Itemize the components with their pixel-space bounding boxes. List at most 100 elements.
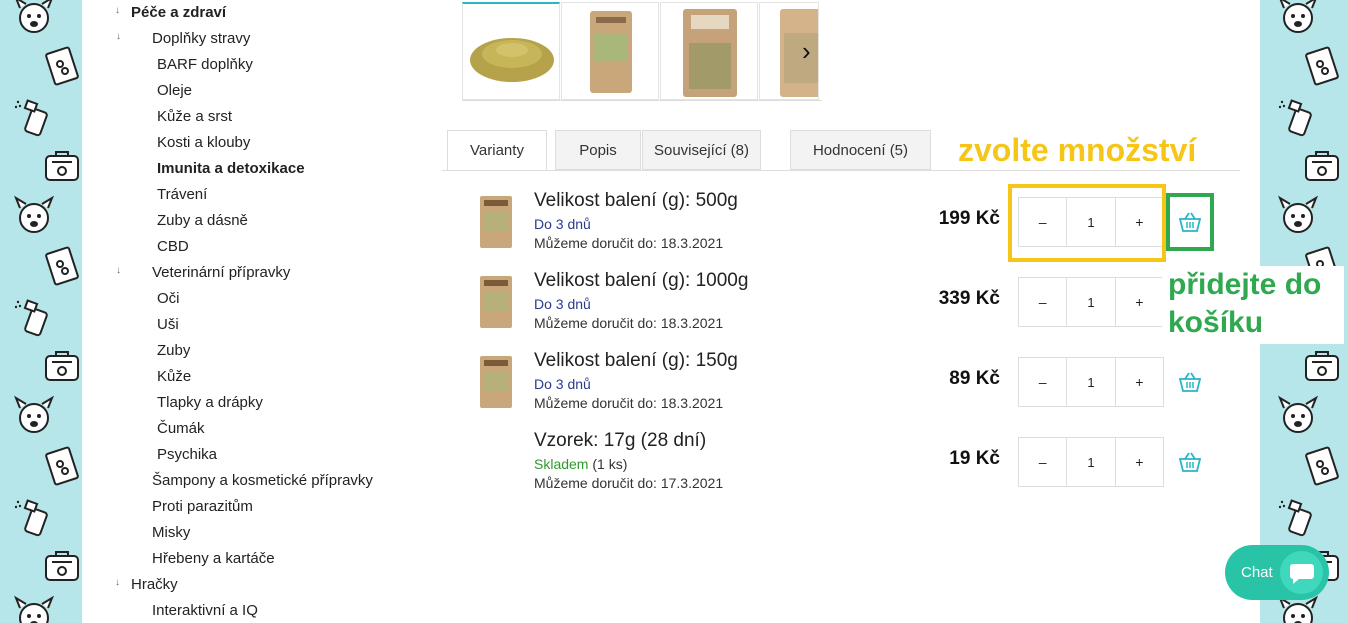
sidebar-category-item[interactable]: Šampony a kosmetické přípravky xyxy=(152,472,373,489)
gallery-thumb-3[interactable] xyxy=(660,2,758,100)
page-content: ↓ Péče a zdraví ↓ Doplňky stravy BARF doplňk… xyxy=(82,0,1260,623)
availability-status: Do 3 dnů xyxy=(534,216,591,232)
availability-status: Do 3 dnů xyxy=(534,376,591,392)
dog-face-icon xyxy=(12,194,56,238)
quantity-decrease-button[interactable]: – xyxy=(1019,278,1066,326)
variant-availability: Do 3 dnů xyxy=(534,376,591,392)
variant-availability: Skladem (1 ks) xyxy=(534,456,627,472)
quantity-stepper: –1 + xyxy=(1018,277,1164,327)
pet-carrier-icon xyxy=(1300,344,1344,388)
quantity-input[interactable]: 1 xyxy=(1066,358,1116,406)
sidebar-category-item[interactable]: Uši xyxy=(157,316,179,333)
tab-reviews[interactable]: Hodnocení (5) xyxy=(790,130,931,170)
sidebar-category-item[interactable]: Proti parazitům xyxy=(152,498,253,515)
tabs-divider xyxy=(442,170,1240,171)
dog-face-icon xyxy=(1276,194,1320,238)
quantity-increase-button[interactable]: + xyxy=(1116,358,1163,406)
annotation-quantity-highlight xyxy=(1008,184,1166,262)
quantity-stepper: –1 + xyxy=(1018,437,1164,487)
availability-quantity: (1 ks) xyxy=(592,456,628,472)
variant-price: 19 Kč xyxy=(949,448,1000,469)
sidebar-category-item[interactable]: Trávení xyxy=(157,186,207,203)
tab-description[interactable]: Popis xyxy=(555,130,641,170)
dog-face-icon xyxy=(1276,0,1320,38)
chat-label: Chat xyxy=(1241,564,1273,581)
gallery-thumb-2[interactable] xyxy=(561,2,659,100)
variant-title: Velikost balení (g): 500g xyxy=(534,190,738,211)
expand-arrow-icon[interactable]: ↓ xyxy=(115,5,120,16)
availability-status: Do 3 dnů xyxy=(534,296,591,312)
quantity-stepper: –1 + xyxy=(1018,357,1164,407)
sidebar-category-item[interactable]: Zuby a dásně xyxy=(157,212,248,229)
spray-bottle-icon xyxy=(12,94,56,138)
expand-arrow-icon[interactable]: ↓ xyxy=(116,265,121,276)
tab-variants[interactable]: Varianty xyxy=(447,130,547,171)
dog-face-icon xyxy=(12,594,56,623)
expand-arrow-icon[interactable]: ↓ xyxy=(116,31,121,42)
gallery-next-arrow-icon[interactable]: › xyxy=(802,36,811,67)
treat-bag-icon xyxy=(40,244,82,288)
dog-face-icon xyxy=(12,394,56,438)
powder-image xyxy=(470,38,554,82)
sidebar-category-item[interactable]: Misky xyxy=(152,524,190,541)
pet-carrier-icon xyxy=(1300,144,1344,188)
variant-availability: Do 3 dnů xyxy=(534,296,591,312)
annotation-add-to-cart-line2: košíku xyxy=(1168,306,1264,339)
annotation-add-to-cart: přidejte do košíku xyxy=(1162,266,1344,344)
package-image xyxy=(683,9,737,97)
annotation-add-to-cart-line1: přidejte do xyxy=(1168,268,1322,301)
variant-title: Velikost balení (g): 1000g xyxy=(534,270,749,291)
expand-arrow-icon[interactable]: ↓ xyxy=(115,577,120,588)
variant-thumbnail[interactable] xyxy=(476,274,516,330)
sidebar-category-item[interactable]: BARF doplňky xyxy=(157,56,253,73)
sidebar-category-item[interactable]: Doplňky stravy xyxy=(152,30,250,47)
sidebar-category-item[interactable]: Imunita a detoxikace xyxy=(157,160,305,177)
sidebar-category-item[interactable]: Hřebeny a kartáče xyxy=(152,550,275,567)
variant-thumbnail[interactable] xyxy=(476,194,516,250)
gallery-thumb-1[interactable] xyxy=(462,2,560,100)
tab-related[interactable]: Související (8) xyxy=(642,130,761,170)
pet-carrier-icon xyxy=(40,544,82,588)
quantity-decrease-button[interactable]: – xyxy=(1019,358,1066,406)
sidebar-category-item[interactable]: Oleje xyxy=(157,82,192,99)
variant-thumbnail[interactable] xyxy=(476,354,516,410)
variant-price: 339 Kč xyxy=(938,288,1000,309)
sidebar-category-item[interactable]: Péče a zdraví xyxy=(131,4,226,21)
variant-price: 199 Kč xyxy=(938,208,1000,229)
variant-delivery-date: Můžeme doručit do: 18.3.2021 xyxy=(534,395,724,411)
quantity-input[interactable]: 1 xyxy=(1066,278,1116,326)
sidebar-category-item[interactable]: Kůže a srst xyxy=(157,108,232,125)
sidebar-category-item[interactable]: CBD xyxy=(157,238,189,255)
variant-price: 89 Kč xyxy=(949,368,1000,389)
sidebar-category-item[interactable]: Veterinární přípravky xyxy=(152,264,290,281)
quantity-increase-button[interactable]: + xyxy=(1116,438,1163,486)
product-gallery: › xyxy=(462,0,822,101)
treat-bag-icon xyxy=(40,444,82,488)
sidebar-category-item[interactable]: Interaktivní a IQ xyxy=(152,602,258,619)
variant-availability: Do 3 dnů xyxy=(534,216,591,232)
basket-icon[interactable] xyxy=(1178,451,1202,473)
quantity-decrease-button[interactable]: – xyxy=(1019,438,1066,486)
quantity-input[interactable]: 1 xyxy=(1066,438,1116,486)
basket-icon[interactable] xyxy=(1178,371,1202,393)
sidebar-category-item[interactable]: Psychika xyxy=(157,446,217,463)
sidebar-category-item[interactable]: Oči xyxy=(157,290,180,307)
variant-delivery-date: Můžeme doručit do: 17.3.2021 xyxy=(534,475,724,491)
dog-face-icon xyxy=(1276,394,1320,438)
sidebar-category-item[interactable]: Hračky xyxy=(131,576,178,593)
sidebar-category-item[interactable]: Zuby xyxy=(157,342,190,359)
sidebar-category-item[interactable]: Kosti a klouby xyxy=(157,134,250,151)
sidebar-category-item[interactable]: Kůže xyxy=(157,368,191,385)
sidebar-category-item[interactable]: Tlapky a drápky xyxy=(157,394,263,411)
treat-bag-icon xyxy=(1300,444,1344,488)
dog-face-icon xyxy=(12,0,56,38)
annotation-cart-highlight xyxy=(1166,193,1214,251)
pet-carrier-icon xyxy=(40,344,82,388)
variant-title: Velikost balení (g): 150g xyxy=(534,350,738,371)
treat-bag-icon xyxy=(40,44,82,88)
spray-bottle-icon xyxy=(1276,494,1320,538)
sidebar-category-item[interactable]: Čumák xyxy=(157,420,205,437)
chat-button[interactable]: Chat xyxy=(1225,545,1329,600)
quantity-increase-button[interactable]: + xyxy=(1116,278,1163,326)
pet-carrier-icon xyxy=(40,144,82,188)
